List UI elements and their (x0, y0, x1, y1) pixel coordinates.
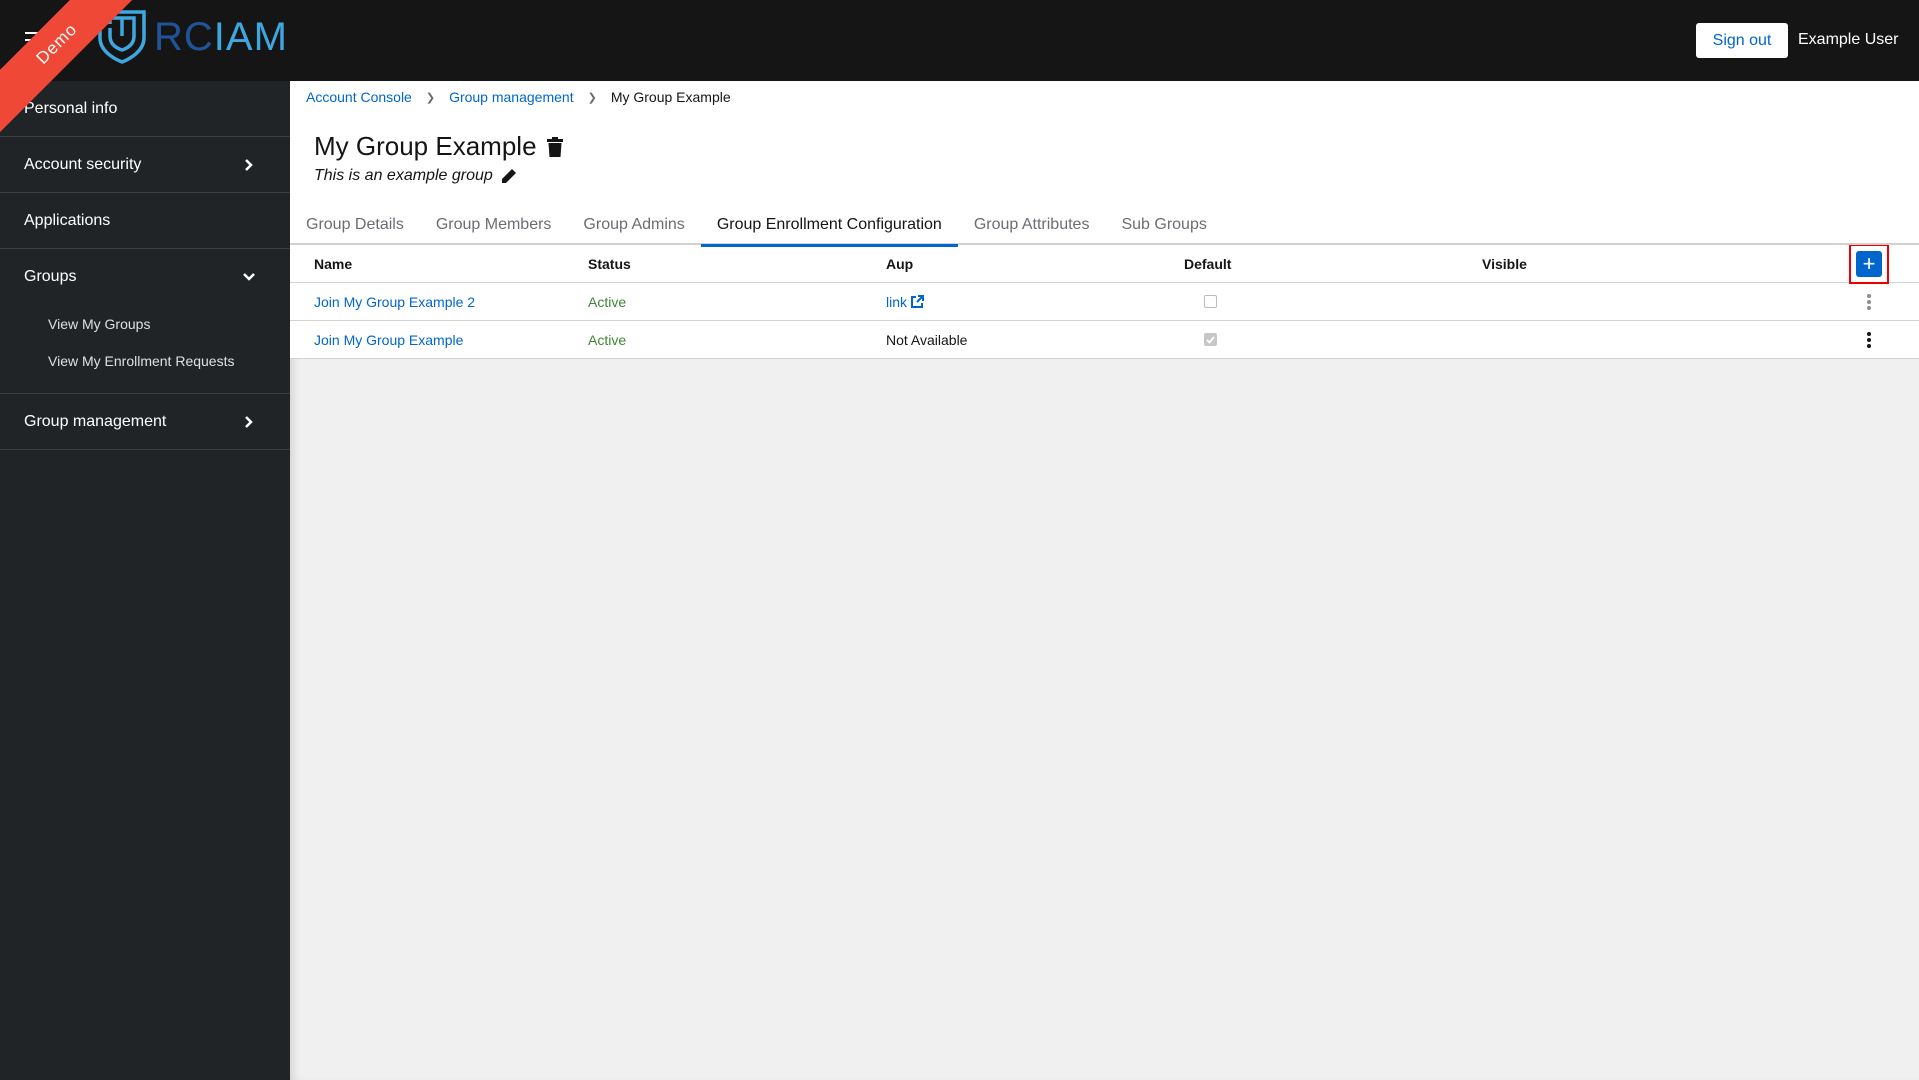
column-header-aup: Aup (886, 255, 914, 272)
aup-link[interactable]: link (886, 293, 925, 310)
sidebar-item-account-security[interactable]: Account security (0, 137, 290, 193)
table-row: Join My Group Example 2 Active link (290, 283, 1919, 321)
status-badge: Active (588, 293, 627, 310)
external-link-icon (911, 295, 925, 308)
title-row: My Group Example (314, 131, 563, 162)
sign-out-button[interactable]: Sign out (1696, 23, 1788, 58)
rciam-logo[interactable]: RCIAM (96, 8, 288, 64)
sidebar-item-group-management[interactable]: Group management (0, 394, 290, 450)
highlight-box: + (1849, 243, 1889, 284)
group-description: This is an example group (314, 167, 493, 184)
sidebar-subitem-view-my-groups[interactable]: View My Groups (0, 305, 290, 342)
column-header-default: Default (1184, 255, 1232, 272)
main-content: Account Console ❯ Group management ❯ My … (290, 81, 1919, 1080)
table-header-row: Name Status Aup Default Visible + (290, 243, 1919, 284)
tab-group-admins[interactable]: Group Admins (567, 205, 700, 245)
tab-group-enrollment-configuration[interactable]: Group Enrollment Configuration (700, 205, 958, 247)
default-checkbox[interactable] (1204, 333, 1217, 346)
breadcrumb-separator-icon: ❯ (587, 91, 597, 104)
username-label[interactable]: Example User (1798, 31, 1898, 49)
sidebar-item-personal-info[interactable]: Personal info (0, 81, 290, 137)
checkmark-icon (1206, 335, 1215, 344)
column-header-visible: Visible (1482, 255, 1527, 272)
sidebar-item-applications[interactable]: Applications (0, 193, 290, 249)
sidebar-item-label: Groups (24, 268, 77, 285)
column-header-name: Name (314, 255, 353, 272)
breadcrumb-group-management[interactable]: Group management (449, 89, 574, 105)
sidebar-item-label: Account security (24, 155, 142, 173)
breadcrumb-account-console[interactable]: Account Console (306, 89, 412, 105)
aup-link-label: link (886, 293, 908, 310)
tab-group-details[interactable]: Group Details (290, 205, 420, 245)
breadcrumb: Account Console ❯ Group management ❯ My … (306, 89, 731, 105)
kebab-menu-icon[interactable] (1859, 290, 1879, 314)
chevron-right-icon (242, 158, 256, 172)
logo-text-rc: RC (154, 14, 214, 59)
sidebar-item-label: Personal info (24, 99, 118, 117)
trash-icon[interactable] (546, 136, 563, 157)
chevron-down-icon (242, 270, 256, 284)
tab-group-attributes[interactable]: Group Attributes (958, 205, 1106, 245)
column-header-actions: + (1742, 243, 1919, 284)
column-header-status: Status (588, 255, 631, 272)
sidebar-nav: Personal info Account security Applicati… (0, 81, 290, 1080)
chevron-right-icon (242, 415, 256, 429)
enrollment-name-link[interactable]: Join My Group Example 2 (314, 294, 475, 310)
tab-group-members[interactable]: Group Members (420, 205, 568, 245)
page-header: Account Console ❯ Group management ❯ My … (290, 81, 1919, 247)
enrollment-table: Name Status Aup Default Visible + Join M… (290, 243, 1919, 359)
tab-bar: Group Details Group Members Group Admins… (290, 205, 1919, 247)
pencil-edit-icon[interactable] (501, 168, 517, 184)
sidebar-item-label: Applications (24, 211, 111, 229)
top-header: RCIAM Sign out Example User (0, 0, 1919, 81)
sidebar-subitem-view-my-enrollment-requests[interactable]: View My Enrollment Requests (0, 342, 290, 379)
table-row: Join My Group Example Active Not Availab… (290, 321, 1919, 359)
sidebar-group-groups: Groups View My Groups View My Enrollment… (0, 249, 290, 394)
description-row: This is an example group (314, 167, 517, 185)
default-checkbox[interactable] (1204, 295, 1217, 308)
aup-text: Not Available (886, 331, 968, 348)
kebab-menu-icon[interactable] (1859, 328, 1879, 352)
tab-sub-groups[interactable]: Sub Groups (1105, 205, 1222, 245)
breadcrumb-separator-icon: ❯ (425, 91, 436, 104)
logo-text-iam: IAM (213, 14, 288, 59)
breadcrumb-current: My Group Example (610, 89, 731, 105)
add-enrollment-button[interactable]: + (1856, 250, 1882, 277)
page-title: My Group Example (314, 131, 537, 161)
sidebar-item-label: Group management (24, 412, 167, 430)
sidebar-item-groups[interactable]: Groups (0, 249, 290, 305)
status-badge: Active (588, 331, 627, 348)
logo-text: RCIAM (154, 15, 288, 60)
enrollment-name-link[interactable]: Join My Group Example (314, 332, 463, 348)
